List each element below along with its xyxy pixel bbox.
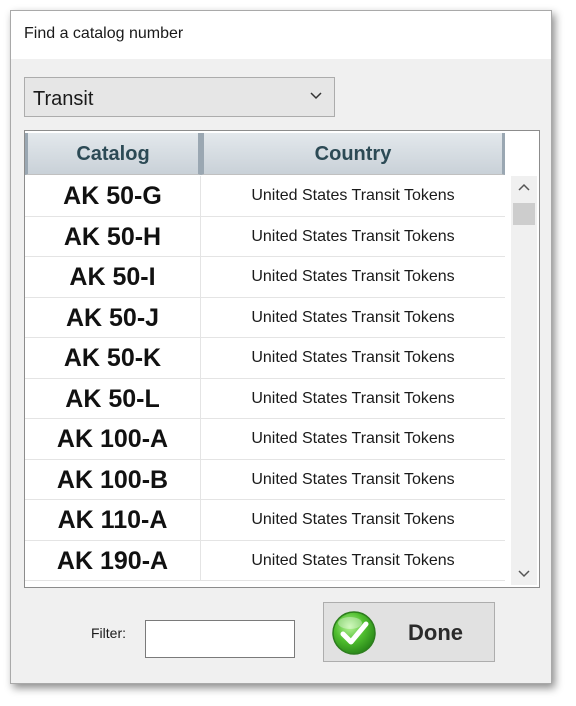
- grid-rows: AK 50-G United States Transit Tokens AK 50…: [25, 176, 505, 581]
- country-cell: United States Transit Tokens: [251, 187, 455, 204]
- table-row[interactable]: AK 50-J United States Transit Tokens: [25, 297, 505, 338]
- vertical-scrollbar[interactable]: [511, 176, 537, 585]
- country-cell: United States Transit Tokens: [251, 389, 455, 407]
- catalog-cell: AK 50-L: [25, 378, 201, 418]
- catalog-grid[interactable]: Catalog Country AK 50-G United States Tra…: [24, 130, 540, 588]
- category-select-value: Transit: [33, 88, 94, 110]
- catalog-cell: AK 50-K: [25, 338, 201, 378]
- table-row[interactable]: AK 50-H United States Transit Tokens: [25, 216, 505, 257]
- column-header-catalog[interactable]: Catalog: [25, 133, 201, 175]
- country-cell: United States Transit Tokens: [251, 551, 455, 569]
- table-row[interactable]: AK 110-A United States Transit Tokens: [25, 500, 505, 541]
- chevron-down-icon: [310, 92, 322, 100]
- catalog-cell: AK 110-A: [25, 500, 201, 540]
- country-cell: United States Transit Tokens: [251, 470, 455, 488]
- scroll-down-icon[interactable]: [511, 563, 537, 585]
- scrollbar-thumb[interactable]: [513, 203, 535, 225]
- country-cell: United States Transit Tokens: [251, 430, 455, 447]
- table-row[interactable]: AK 100-B United States Transit Tokens: [25, 459, 505, 500]
- column-header-country[interactable]: Country: [201, 133, 505, 175]
- country-cell: United States Transit Tokens: [251, 308, 455, 326]
- country-cell: United States Transit Tokens: [251, 349, 455, 366]
- filter-label: Filter:: [91, 625, 126, 641]
- catalog-cell: AK 100-B: [25, 459, 201, 499]
- table-row[interactable]: AK 50-L United States Transit Tokens: [25, 378, 505, 419]
- category-select[interactable]: Transit: [24, 77, 335, 117]
- grid-header: Catalog Country: [25, 131, 505, 175]
- done-button-label: Done: [408, 620, 463, 645]
- catalog-cell: AK 100-A: [25, 419, 201, 459]
- title-bar: Find a catalog number: [11, 11, 551, 59]
- table-row[interactable]: AK 50-K United States Transit Tokens: [25, 338, 505, 379]
- table-row[interactable]: AK 50-I United States Transit Tokens: [25, 257, 505, 298]
- catalog-cell: AK 50-H: [25, 216, 201, 256]
- done-button[interactable]: Done: [323, 602, 495, 662]
- catalog-cell: AK 50-G: [25, 176, 201, 216]
- scroll-up-icon[interactable]: [511, 176, 537, 198]
- table-row[interactable]: AK 100-A United States Transit Tokens: [25, 419, 505, 460]
- filter-input[interactable]: [145, 620, 295, 658]
- country-cell: United States Transit Tokens: [251, 511, 455, 528]
- check-icon: [332, 611, 376, 655]
- catalog-cell: AK 190-A: [25, 540, 201, 580]
- find-catalog-dialog: Find a catalog number Transit Catalog Co…: [10, 10, 552, 684]
- table-row[interactable]: AK 190-A United States Transit Tokens: [25, 540, 505, 581]
- catalog-cell: AK 50-J: [25, 297, 201, 337]
- dialog-title: Find a catalog number: [24, 25, 184, 42]
- country-cell: United States Transit Tokens: [251, 268, 455, 285]
- country-cell: United States Transit Tokens: [251, 227, 455, 245]
- catalog-cell: AK 50-I: [25, 257, 201, 297]
- table-row[interactable]: AK 50-G United States Transit Tokens: [25, 176, 505, 217]
